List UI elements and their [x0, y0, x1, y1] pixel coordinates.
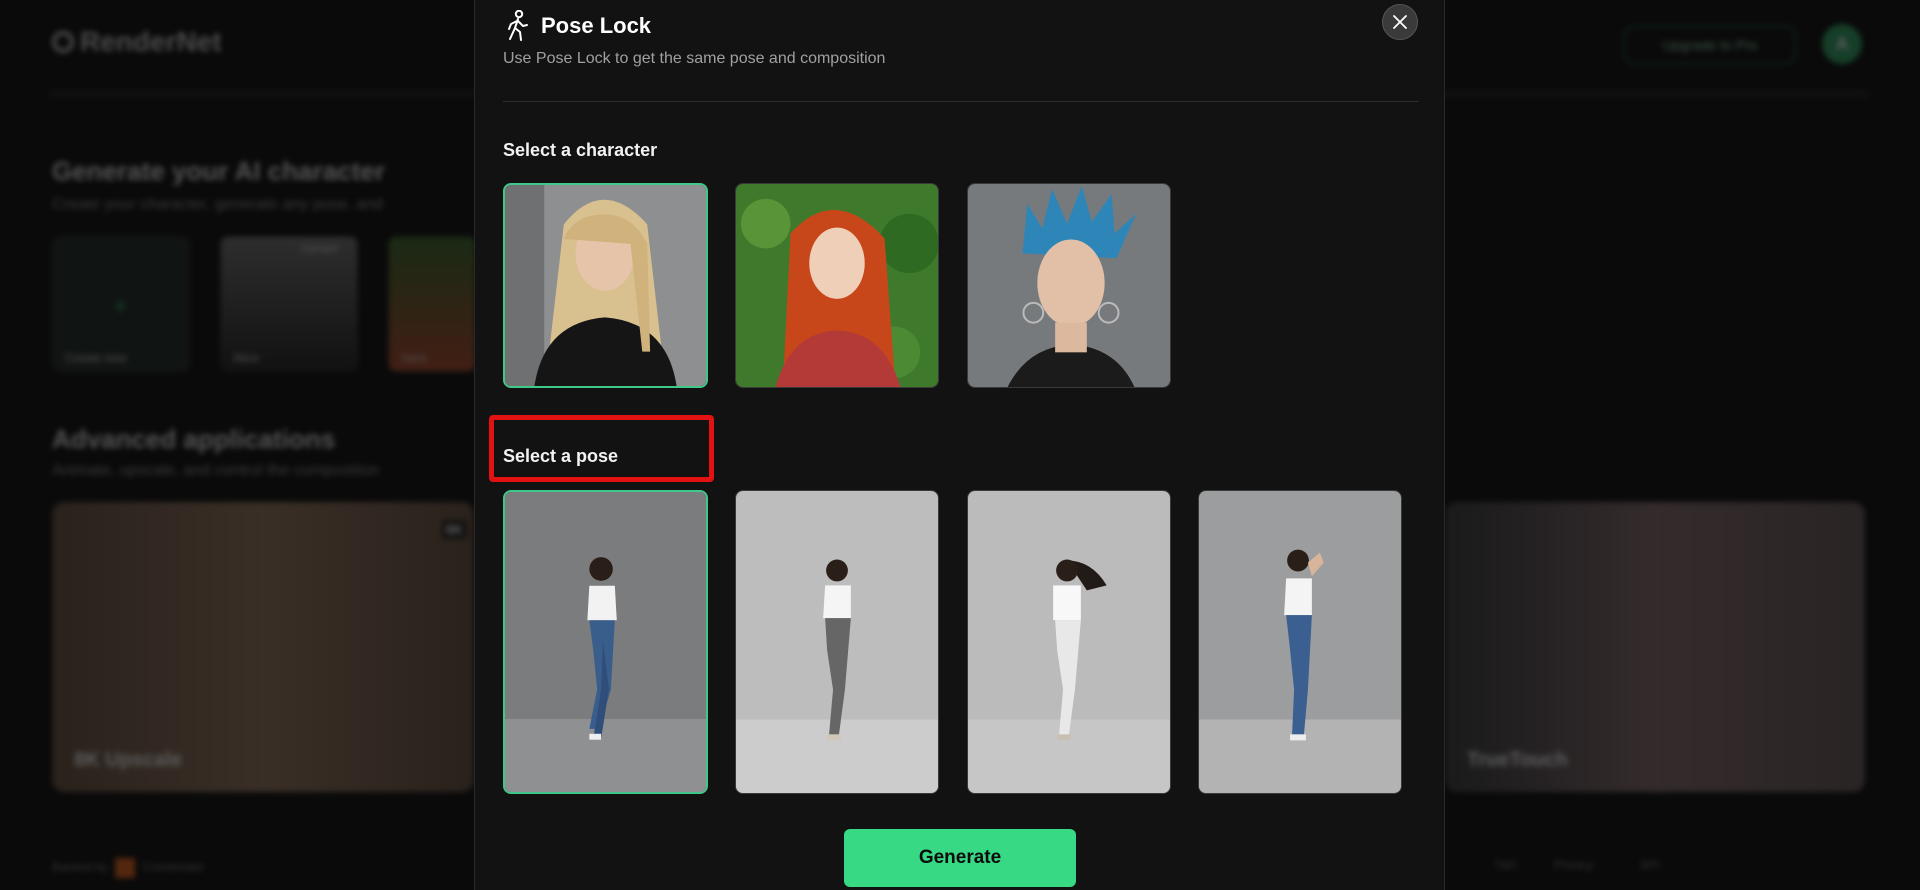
pose-card-2[interactable]	[735, 490, 939, 794]
avatar[interactable]: A	[1822, 24, 1862, 64]
card-label: 8K Upscale	[74, 749, 182, 771]
truetouch-card[interactable]: TrueTouch	[1445, 502, 1865, 792]
plus-icon: +	[113, 291, 129, 321]
footer-left-text: Backed by	[52, 860, 109, 875]
rendernet-logo-icon	[52, 31, 74, 53]
advanced-section-title: Advanced applications	[52, 424, 336, 454]
character-card-1[interactable]	[503, 183, 708, 388]
select-character-heading: Select a character	[503, 140, 658, 160]
generate-section-title: Generate your AI character	[52, 156, 385, 186]
card-label: Create new	[65, 351, 127, 365]
footer-brand: Combinator	[142, 860, 205, 875]
walking-person-icon	[508, 10, 528, 41]
card-label: TrueTouch	[1467, 749, 1568, 771]
pose-grey-jeans-turned-image	[736, 491, 938, 793]
upgrade-button[interactable]: Upgrade to Pro	[1624, 26, 1796, 64]
footer-link-tc[interactable]: T&C	[1494, 858, 1518, 872]
blue-spiked-hair-woman-image	[968, 184, 1170, 387]
generate-section-subtitle: Create your character, generate any pose…	[52, 196, 383, 213]
generate-button[interactable]: Generate	[844, 829, 1076, 887]
footer-backed-by: Backed by Combinator	[52, 858, 205, 878]
pose-card-1[interactable]	[503, 490, 708, 794]
sample-badge: Sample	[301, 243, 339, 255]
close-button[interactable]	[1382, 4, 1418, 40]
footer-link-api[interactable]: API	[1640, 858, 1659, 872]
pose-blue-jeans-hand-on-head-image	[1199, 491, 1401, 793]
modal-description: Use Pose Lock to get the same pose and c…	[503, 50, 886, 67]
pose-white-pants-hair-flip-image	[968, 491, 1170, 793]
header-divider	[503, 101, 1419, 102]
character-card-sara[interactable]: Sara	[388, 236, 476, 372]
pose-blue-jeans-walking-image	[505, 492, 706, 792]
select-pose-heading: Select a pose	[503, 446, 619, 466]
character-card-3[interactable]	[967, 183, 1171, 388]
redhead-woman-floral-top-image	[736, 184, 938, 387]
card-label: Alice	[233, 351, 260, 365]
pose-card-3[interactable]	[967, 490, 1171, 794]
character-card-alice[interactable]: Sample Alice	[220, 236, 358, 372]
blonde-woman-black-tshirt-image	[505, 185, 706, 386]
pose-card-4[interactable]	[1198, 490, 1402, 794]
advanced-section-subtitle: Animate, upscale, and control the compos…	[52, 462, 380, 479]
card-label: Sara	[401, 351, 427, 365]
close-icon	[1393, 15, 1407, 29]
modal-title: Pose Lock	[541, 13, 652, 38]
create-new-card[interactable]: + Create new	[52, 236, 190, 372]
pose-lock-modal: Pose Lock Use Pose Lock to get the same …	[474, 0, 1445, 890]
combinator-logo-icon	[115, 858, 136, 878]
logo-text: RenderNet	[80, 26, 222, 57]
8k-badge: 8K	[442, 520, 467, 539]
upscale-card[interactable]: 8K 8K Upscale	[52, 502, 474, 792]
rendernet-logo: RenderNet	[52, 26, 222, 58]
modal-header: Pose Lock	[503, 10, 651, 42]
character-card-2[interactable]	[735, 183, 939, 388]
footer-link-privacy[interactable]: Privacy	[1554, 858, 1593, 872]
